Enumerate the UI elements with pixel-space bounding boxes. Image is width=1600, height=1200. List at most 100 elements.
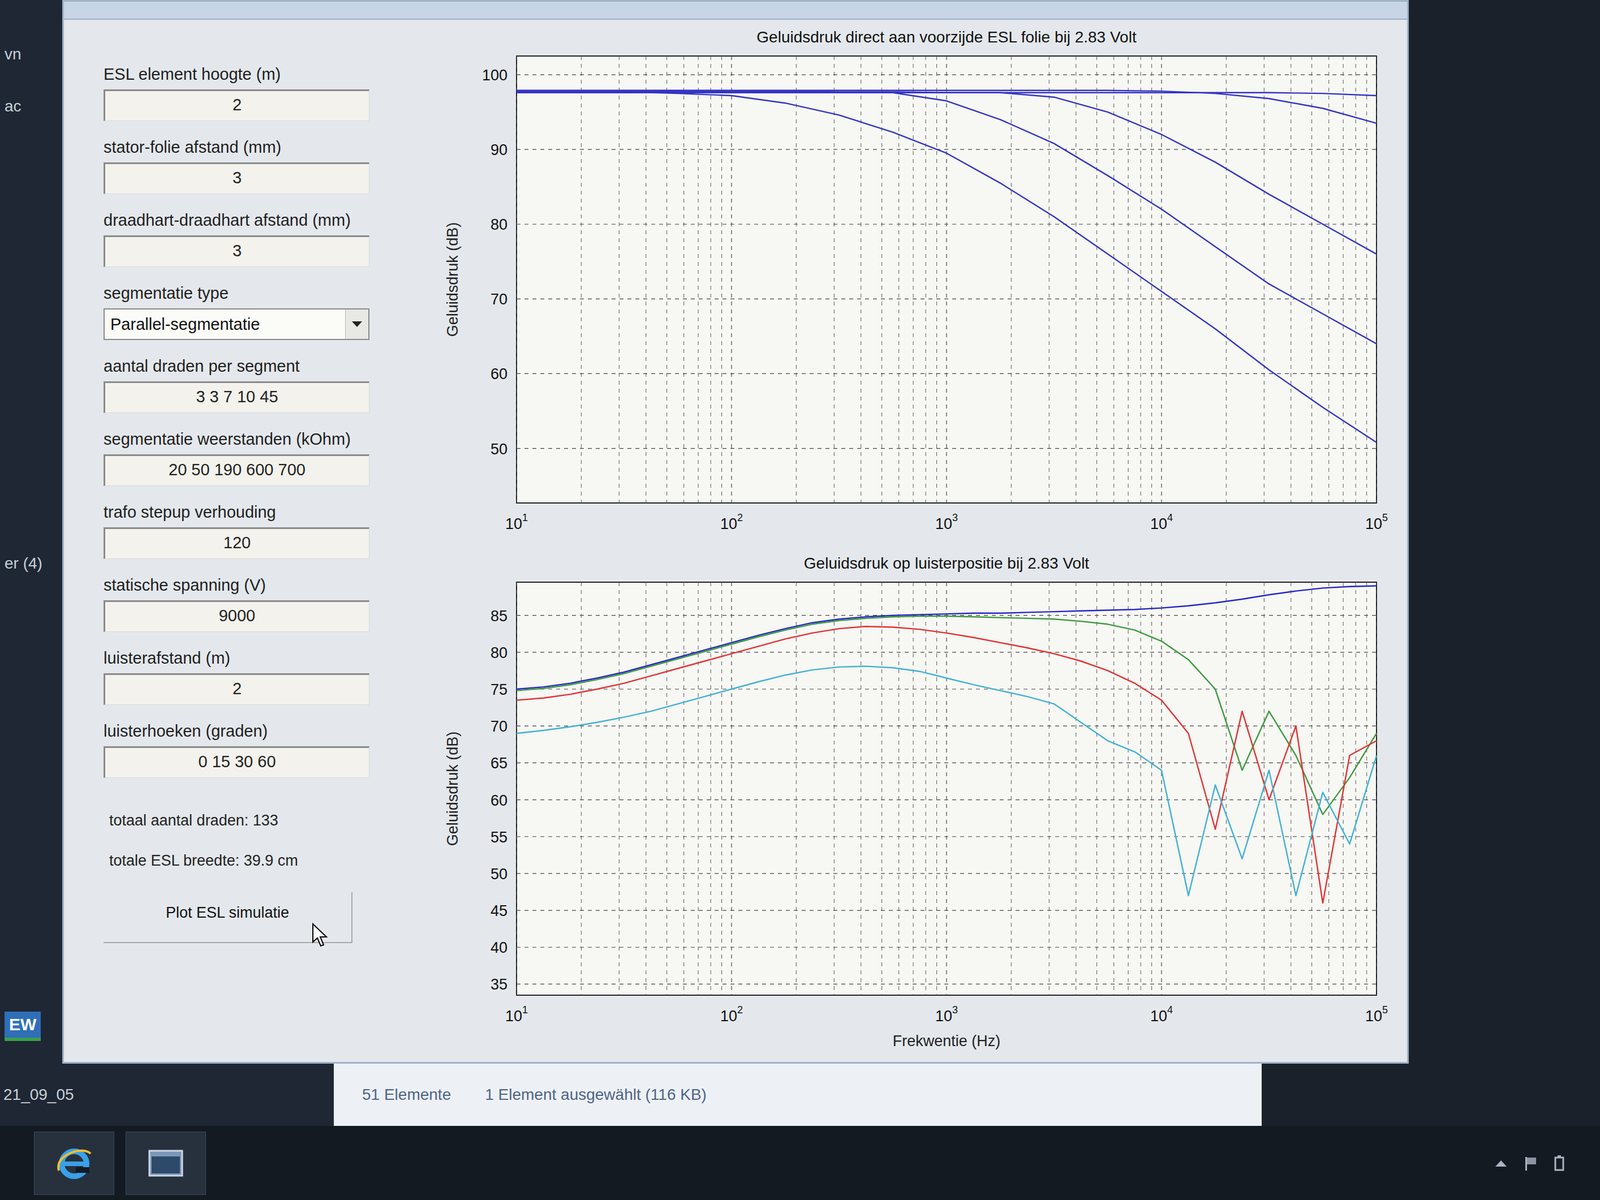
grid-line [721,582,722,996]
form-field: segmentatie typeParallel-segmentatie [103,284,410,341]
grid-line [945,56,947,503]
grid-line [860,56,862,503]
grid-line [833,56,835,503]
mouse-cursor-icon [311,922,329,948]
grid-line [1151,582,1152,996]
field-input[interactable]: 120 [103,527,370,559]
field-input[interactable]: 3 3 7 10 45 [103,381,370,414]
grid-line [1096,56,1098,503]
y-tick-label: 50 [490,865,508,883]
grid-line [683,56,685,503]
grid-line [1263,56,1265,503]
grid-line [516,909,1377,911]
info-block: totaal aantal draden: 133totale ESL bree… [103,811,410,870]
grid-line [683,582,685,996]
field-input[interactable]: 2 [103,89,370,122]
x-tick-label: 105 [1365,1004,1388,1025]
screen: vnacer (4)EWESL element hoogte (m)2stato… [0,0,1600,1200]
desktop-logo[interactable]: EW [4,1011,41,1042]
grid-line [1226,56,1227,503]
grid-line [913,582,914,996]
info-text: totale ESL breedte: 39.9 cm [109,852,410,870]
grid-line [833,582,835,996]
grid-line [796,56,797,503]
field-input[interactable]: 20 50 190 600 700 [103,454,370,486]
grid-line [881,582,883,996]
grid-line [881,56,883,503]
chart-series-line [516,626,1377,903]
y-tick-label: 60 [490,792,508,810]
grid-line [516,947,1377,948]
grid-line [581,582,582,996]
y-tick-label: 70 [490,717,508,735]
flag-icon[interactable] [1521,1154,1539,1172]
x-tick-label: 101 [505,512,528,533]
grid-line [1290,582,1292,996]
segmentation-dropdown[interactable]: Parallel-segmentatie [103,308,370,341]
field-input[interactable]: 3 [103,235,370,268]
field-label: trafo stepup verhouding [103,502,410,522]
grid-line [1048,582,1050,996]
grid-line [1140,56,1142,503]
grid-line [898,56,900,503]
x-tick-label: 101 [505,1004,528,1025]
grid-line [516,149,1377,150]
form-panel: ESL element hoogte (m) 2 stator-folie afst… [63,19,427,1062]
y-axis-label: Geluidsdruk (dB) [444,222,462,338]
grid-line [516,983,1377,985]
plot-button[interactable]: Plot ESL simulatie [103,892,353,944]
form-field: luisterhoeken (graden)0 15 30 60 [103,721,410,778]
grid-line [1096,582,1098,996]
grid-line [710,582,712,996]
grid-line [898,582,900,996]
status-row: 21_09_05 51 Elemente1 Element ausgewählt … [0,1063,1600,1126]
status-bar: 51 Elemente1 Element ausgewählt (116 KB) [333,1063,1262,1126]
field-input[interactable]: 0 15 30 60 [103,746,370,778]
field-input[interactable]: 9000 [103,600,370,632]
form-field: statische spanning (V)9000 [103,575,410,632]
field-label: ESL element hoogte (m) [103,65,410,84]
grid-line [698,56,699,503]
field-input[interactable]: 3 [103,162,370,195]
grid-line [1290,56,1292,503]
desktop-fragment: 21_09_05 [3,1085,75,1104]
grid-line [1113,582,1115,996]
battery-icon[interactable] [1552,1154,1567,1172]
grid-line [645,582,647,996]
taskbar [0,1125,1600,1200]
form-field: stator-folie afstand (mm)3 [103,138,410,195]
x-tick-label: 102 [720,1004,743,1025]
grid-line [1140,582,1142,996]
grid-line [1128,56,1129,503]
grid-line [1075,582,1077,996]
grid-line [516,298,1377,300]
grid-line [1328,582,1329,996]
grid-line [666,56,668,503]
plot-button-label: Plot ESL simulatie [165,904,290,922]
chart-series-line [516,586,1377,690]
x-axis-label: Frekwentie (Hz) [892,1032,1001,1050]
grid-line [618,582,620,996]
grid-line [1128,582,1129,996]
tray-arrow-icon[interactable] [1493,1157,1509,1169]
grid-line [618,56,620,503]
grid-line [516,373,1377,374]
top-row: vnacer (4)EWESL element hoogte (m)2stato… [0,0,1600,1064]
taskbar-button[interactable] [125,1131,206,1195]
grid-line [1311,56,1313,503]
grid-line [1375,582,1377,996]
taskbar-button[interactable] [33,1131,115,1195]
y-tick-label: 65 [490,754,508,772]
y-tick-label: 80 [490,216,508,234]
field-input[interactable]: 2 [103,673,370,705]
dropdown-arrow-icon[interactable] [345,309,369,339]
grid-line [645,56,647,503]
grid-line [1011,56,1012,503]
grid-line [913,56,914,503]
grid-line [581,56,582,503]
grid-line [710,56,712,503]
dropdown-value: Parallel-segmentatie [104,311,346,338]
app-body: ESL element hoogte (m) 2 stator-folie afst… [63,19,1408,1062]
chart-series-line [516,91,1377,344]
charts-area: Geluidsdruk direct aan voorzijde ESL fol… [426,19,1408,1062]
